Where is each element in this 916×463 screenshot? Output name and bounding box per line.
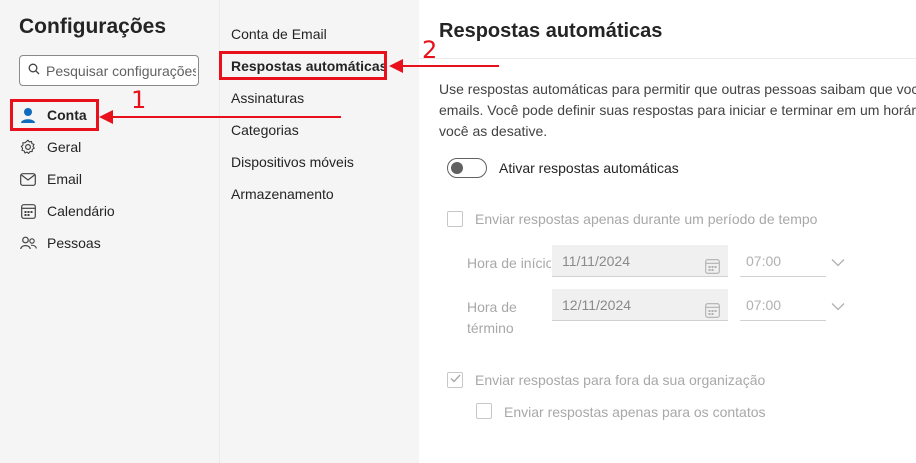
- section-description: Use respostas automáticas para permitir …: [439, 81, 916, 139]
- gear-icon: [19, 138, 37, 156]
- start-time-select[interactable]: 07:00: [740, 245, 826, 277]
- end-time-label: Hora de término: [467, 299, 517, 336]
- toggle-knob: [451, 162, 463, 174]
- section-divider: [419, 58, 916, 59]
- checkmark-icon: [450, 374, 461, 386]
- page-title: Configurações: [19, 15, 167, 38]
- chevron-down-icon[interactable]: [831, 254, 845, 272]
- submenu-item-armazenamento[interactable]: Armazenamento: [231, 184, 334, 204]
- calendar-icon: [705, 253, 720, 285]
- callout-number-1: 1: [131, 86, 147, 114]
- contacts-only-checkbox[interactable]: [476, 403, 492, 419]
- period-checkbox-label: Enviar respostas apenas durante um perío…: [475, 211, 818, 227]
- callout-number-2: 2: [422, 36, 438, 64]
- section-title: Respostas automáticas: [439, 20, 663, 42]
- sidebar-item-geral[interactable]: Geral: [19, 135, 81, 159]
- settings-content: [419, 0, 916, 463]
- outside-org-checkbox-label: Enviar respostas para fora da sua organi…: [475, 372, 766, 388]
- chevron-down-icon[interactable]: [831, 298, 845, 316]
- search-input[interactable]: [46, 62, 196, 79]
- calendar-icon: [19, 202, 37, 220]
- calendar-icon: [705, 297, 720, 329]
- arrow-1-line: [108, 116, 341, 118]
- end-date-field[interactable]: 12/11/2024: [552, 289, 728, 321]
- sidebar-item-label: Pessoas: [47, 235, 101, 251]
- sidebar-item-calendario[interactable]: Calendário: [19, 199, 115, 223]
- auto-reply-toggle-label: Ativar respostas automáticas: [499, 160, 679, 176]
- people-icon: [19, 234, 37, 252]
- arrow-2-line: [400, 65, 499, 67]
- sidebar-item-email[interactable]: Email: [19, 167, 82, 191]
- submenu-item-assinaturas[interactable]: Assinaturas: [231, 88, 304, 108]
- submenu-item-conta-de-email[interactable]: Conta de Email: [231, 24, 327, 44]
- sidebar-item-pessoas[interactable]: Pessoas: [19, 231, 101, 255]
- highlight-box-respostas: [219, 51, 387, 80]
- period-checkbox[interactable]: [447, 211, 463, 227]
- arrow-1-head-icon: [99, 110, 113, 129]
- sidebar-item-label: Geral: [47, 139, 82, 155]
- start-time-label: Hora de início: [467, 255, 551, 271]
- arrow-2-head-icon: [389, 59, 403, 78]
- start-date-field[interactable]: 11/11/2024: [552, 245, 728, 277]
- submenu-item-categorias[interactable]: Categorias: [231, 120, 299, 140]
- end-time-select[interactable]: 07:00: [740, 289, 826, 321]
- sidebar-item-label: Calendário: [47, 203, 115, 219]
- search-icon: [28, 62, 40, 80]
- search-box[interactable]: [19, 55, 199, 86]
- auto-reply-toggle[interactable]: [447, 158, 487, 178]
- submenu-item-dispositivos-moveis[interactable]: Dispositivos móveis: [231, 152, 354, 172]
- mail-icon: [19, 170, 37, 188]
- sidebar-item-label: Email: [47, 171, 83, 187]
- contacts-only-checkbox-label: Enviar respostas apenas para os contatos: [504, 404, 766, 420]
- outside-org-checkbox[interactable]: [447, 372, 463, 388]
- highlight-box-conta: [10, 99, 99, 131]
